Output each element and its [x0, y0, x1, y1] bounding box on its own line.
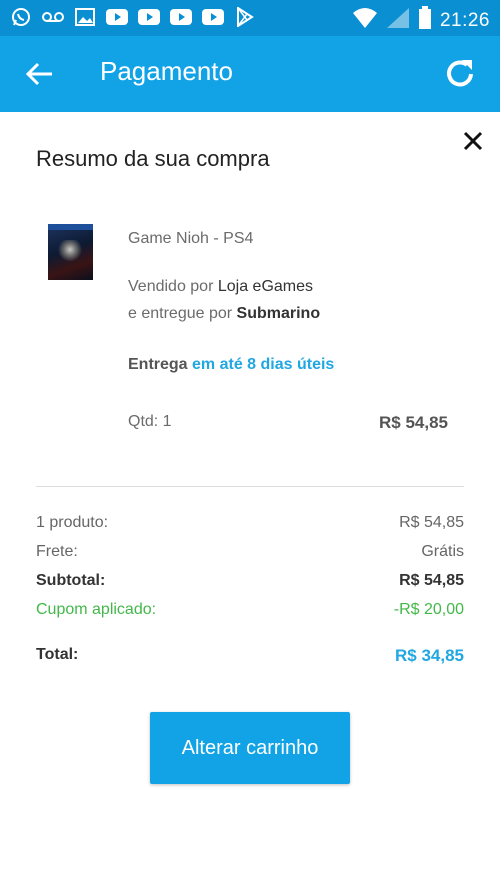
wifi-icon	[352, 7, 378, 34]
youtube-icon	[202, 7, 224, 27]
refresh-icon	[440, 60, 480, 98]
coupon-label: Cupom aplicado:	[36, 601, 157, 618]
image-icon	[74, 7, 96, 27]
subtotal-label: Subtotal:	[36, 572, 106, 589]
delivery-prefix: Entrega	[128, 356, 193, 373]
product-price: R$ 54,85	[379, 413, 448, 432]
page-title: Pagamento	[100, 56, 233, 86]
refresh-button[interactable]	[440, 54, 480, 94]
coupon-value: -R$ 20,00	[393, 601, 464, 618]
change-cart-button[interactable]: Alterar carrinho	[150, 712, 350, 784]
seller-name: Loja eGames	[217, 278, 314, 295]
product-image	[48, 224, 93, 280]
shipping-value: Grátis	[421, 543, 464, 560]
battery-icon	[418, 6, 432, 35]
play-store-icon	[234, 7, 256, 27]
back-button[interactable]	[22, 56, 58, 92]
whatsapp-icon	[10, 7, 32, 27]
seller-prefix: Vendido por	[128, 278, 218, 295]
clock: 21:26	[439, 9, 490, 31]
product-cover-art	[56, 240, 84, 264]
youtube-icon	[106, 7, 128, 27]
products-label: 1 produto:	[36, 514, 109, 531]
carrier-name: Submarino	[236, 305, 321, 322]
delivery-time: em até 8 dias úteis	[192, 356, 335, 373]
status-bar: 21:26	[0, 0, 500, 36]
purchase-summary-card: Resumo da sua compra Game Nioh - PS4 Ven…	[0, 112, 500, 890]
carrier-line: e entregue por Submarino	[128, 305, 320, 323]
youtube-icon	[138, 7, 160, 27]
system-icons: 21:26	[352, 6, 490, 35]
close-button[interactable]	[460, 128, 486, 154]
product-name: Game Nioh - PS4	[128, 230, 254, 247]
voicemail-icon	[42, 7, 64, 27]
youtube-icon	[170, 7, 192, 27]
seller-line: Vendido por Loja eGames	[128, 278, 313, 296]
divider	[36, 486, 464, 487]
delivery-estimate: Entrega em até 8 dias úteis	[128, 356, 334, 374]
signal-icon	[386, 7, 410, 34]
carrier-prefix: e entregue por	[128, 305, 237, 322]
total-label: Total:	[36, 646, 79, 663]
close-icon	[460, 131, 486, 158]
quantity-label: Qtd: 1	[128, 413, 172, 430]
products-value: R$ 54,85	[399, 514, 464, 531]
notification-icons	[10, 7, 256, 27]
app-bar: Pagamento	[0, 36, 500, 112]
shipping-label: Frete:	[36, 543, 78, 560]
arrow-back-icon	[22, 62, 58, 96]
summary-heading: Resumo da sua compra	[36, 146, 270, 171]
total-value: R$ 34,85	[395, 646, 464, 665]
subtotal-value: R$ 54,85	[399, 572, 464, 589]
